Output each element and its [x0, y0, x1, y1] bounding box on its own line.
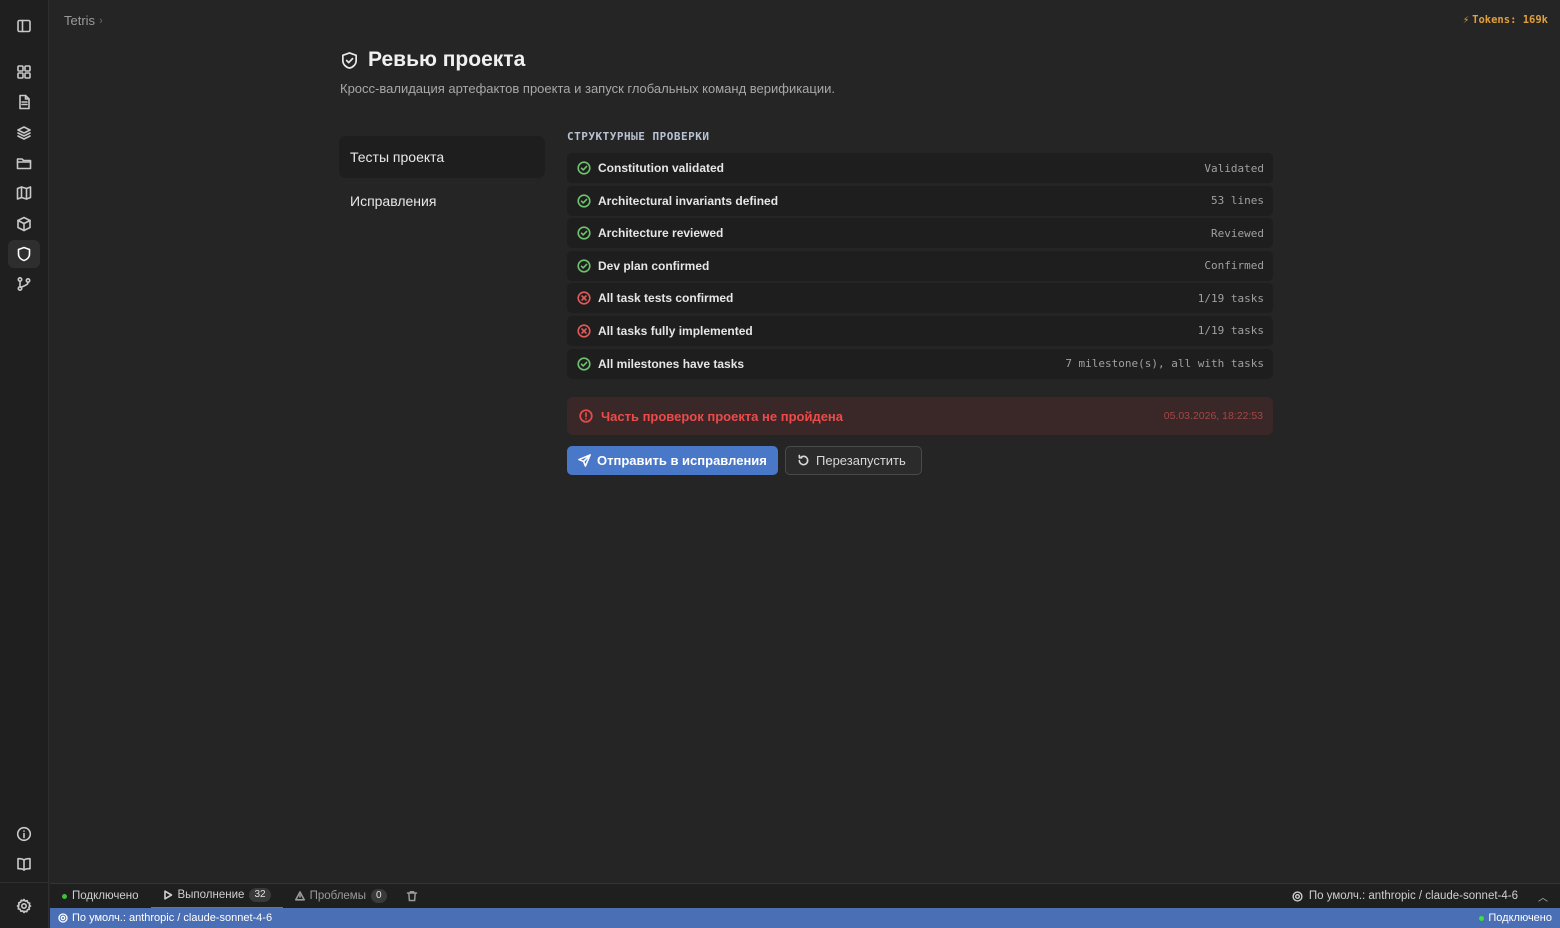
dashboard-icon[interactable]: [8, 58, 40, 86]
bottom-panel: Подключено Выполнение 32 Проблемы 0 По у…: [50, 883, 1560, 909]
status-bar: По умолч.: anthropic / claude-sonnet-4-6…: [50, 908, 1560, 928]
rail-divider: [0, 882, 49, 883]
check-row: All task tests confirmed 1/19 tasks: [567, 283, 1273, 314]
check-circle-icon: [577, 356, 591, 371]
check-circle-icon: [577, 161, 591, 175]
alert-timestamp: 05.03.2026, 18:22:53: [1163, 410, 1263, 422]
breadcrumb: Tetris ›: [64, 13, 103, 28]
model-selector-label: По умолч.: anthropic / claude-sonnet-4-6: [1308, 890, 1518, 902]
folder-icon[interactable]: [8, 149, 40, 177]
checks-list: Constitution validated Validated Architect…: [567, 153, 1273, 381]
side-item-project-tests[interactable]: Тесты проекта: [339, 136, 545, 178]
tab-problems[interactable]: Проблемы 0: [283, 884, 399, 909]
check-value: 1/19 tasks: [1197, 291, 1264, 305]
layers-icon[interactable]: [8, 119, 40, 147]
shield-icon[interactable]: [8, 240, 40, 268]
check-circle-icon: [577, 226, 591, 240]
restart-button[interactable]: Перезапустить: [785, 446, 922, 475]
info-icon[interactable]: [8, 820, 40, 848]
check-row: All tasks fully implemented 1/19 tasks: [567, 315, 1273, 346]
tab-run[interactable]: Выполнение 32: [150, 884, 283, 909]
model-selector[interactable]: По умолч.: anthropic / claude-sonnet-4-6…: [1292, 889, 1560, 904]
page-subtitle: Кросс-валидация артефактов проекта и зап…: [340, 81, 835, 96]
status-model[interactable]: По умолч.: anthropic / claude-sonnet-4-6: [58, 912, 272, 924]
status-model-label: По умолч.: anthropic / claude-sonnet-4-6: [72, 912, 273, 924]
check-circle-icon: [577, 193, 591, 208]
check-label: Constitution validated: [598, 161, 724, 175]
cpu-icon: [58, 913, 68, 923]
shield-check-icon: [341, 51, 358, 69]
trash-icon[interactable]: [399, 884, 425, 909]
check-row: Dev plan confirmed Confirmed: [567, 250, 1273, 281]
check-label: All milestones have tasks: [598, 356, 745, 371]
check-value: 7 milestone(s), all with tasks: [1065, 357, 1264, 371]
x-circle-icon: [577, 291, 591, 305]
package-icon[interactable]: [8, 210, 40, 238]
book-icon[interactable]: [8, 850, 40, 878]
send-to-fixes-label: Отправить в исправления: [597, 453, 767, 468]
x-circle-icon: [577, 324, 591, 338]
token-counter-label: Tokens: 169k: [1472, 14, 1548, 26]
check-circle-icon: [577, 259, 591, 273]
tab-problems-label: Проблемы: [309, 890, 366, 902]
chevron-up-icon[interactable]: ︿: [1538, 889, 1548, 904]
check-label: Dev plan confirmed: [598, 258, 710, 273]
check-label: All tasks fully implemented: [598, 323, 753, 338]
check-row: Architecture reviewed Reviewed: [567, 218, 1273, 249]
check-label: All task tests confirmed: [598, 291, 734, 306]
check-label: Architecture reviewed: [598, 226, 724, 241]
app-window: Tetris › ⚡ Tokens: 169k Ревью проекта Кр…: [0, 0, 1560, 928]
run-count-badge: 32: [249, 888, 271, 902]
check-label: Architectural invariants defined: [598, 193, 779, 208]
settings-icon[interactable]: [8, 892, 40, 920]
side-item-fixes[interactable]: Исправления: [339, 180, 545, 222]
git-branch-icon[interactable]: [8, 270, 40, 298]
check-row: Architectural invariants defined 53 lines: [567, 185, 1273, 216]
warning-icon: [294, 891, 305, 901]
status-connection-label: Подключено: [1488, 912, 1552, 924]
alert-message: Часть проверок проекта не пройдена: [601, 408, 844, 424]
connection-indicator[interactable]: Подключено: [50, 884, 151, 909]
page-title: Ревью проекта: [340, 48, 525, 72]
breadcrumb-project[interactable]: Tetris: [64, 13, 95, 28]
left-rail: [0, 0, 49, 928]
check-value: Validated: [1204, 161, 1264, 175]
document-icon[interactable]: [8, 88, 40, 116]
lightning-icon: ⚡: [1462, 14, 1470, 26]
token-counter: ⚡ Tokens: 169k: [1463, 14, 1548, 26]
cpu-icon: [1292, 890, 1303, 902]
alert-circle-icon: [579, 409, 593, 423]
status-connection: Подключено: [1479, 912, 1552, 924]
section-title: СТРУКТУРНЫЕ ПРОВЕРКИ: [567, 130, 710, 143]
connection-label: Подключено: [72, 890, 139, 902]
problems-count-badge: 0: [370, 889, 387, 903]
check-value: 53 lines: [1211, 194, 1264, 208]
failure-alert: Часть проверок проекта не пройдена 05.03…: [567, 397, 1273, 435]
breadcrumb-separator: ›: [99, 14, 103, 27]
check-value: Confirmed: [1204, 259, 1264, 273]
tab-run-label: Выполнение: [177, 889, 245, 901]
check-row: Constitution validated Validated: [567, 153, 1273, 183]
play-icon: [163, 890, 172, 900]
page-title-text: Ревью проекта: [368, 48, 526, 71]
restart-label: Перезапустить: [816, 453, 906, 468]
restart-icon: [798, 454, 809, 466]
map-icon[interactable]: [8, 179, 40, 207]
sidebar-toggle-icon[interactable]: [8, 12, 40, 40]
check-value: 1/19 tasks: [1197, 324, 1264, 338]
review-side-menu: Тесты проекта Исправления: [339, 136, 545, 224]
status-connection-dot: [1479, 915, 1485, 921]
send-to-fixes-button[interactable]: Отправить в исправления: [567, 446, 778, 475]
connection-dot: [62, 893, 67, 899]
check-row: All milestones have tasks 7 milestone(s),…: [567, 348, 1273, 379]
check-value: Reviewed: [1211, 226, 1264, 240]
send-icon: [578, 454, 591, 467]
